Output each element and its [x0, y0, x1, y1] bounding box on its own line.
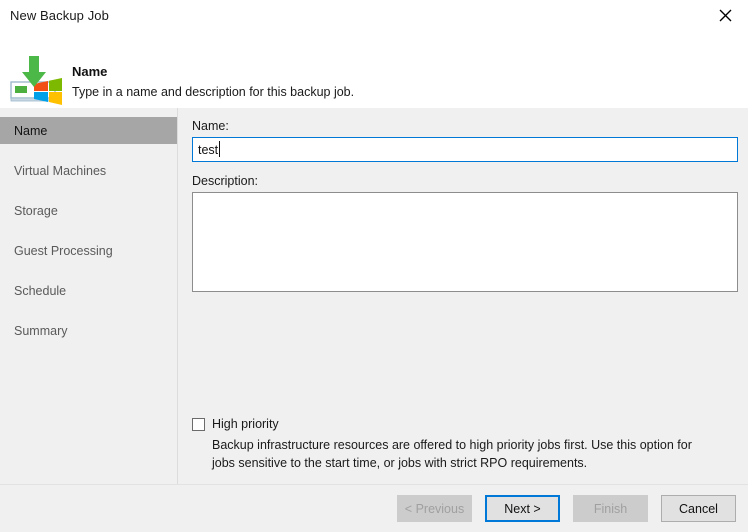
high-priority-label: High priority: [212, 417, 279, 431]
backup-job-glyph: [10, 56, 62, 106]
next-button-label: Next >: [504, 502, 540, 516]
sidebar-item-label: Guest Processing: [14, 244, 113, 258]
dialog-body: Name Virtual Machines Storage Guest Proc…: [0, 108, 748, 484]
sidebar-item-storage[interactable]: Storage: [0, 197, 177, 224]
finish-button-label: Finish: [594, 502, 627, 516]
close-glyph: [719, 9, 732, 22]
cancel-button-label: Cancel: [679, 502, 718, 516]
description-field-label: Description:: [192, 174, 738, 188]
title-bar: New Backup Job: [0, 0, 748, 30]
dialog-header: Name Type in a name and description for …: [0, 30, 748, 108]
sidebar-item-label: Schedule: [14, 284, 66, 298]
high-priority-checkbox[interactable]: [192, 418, 205, 431]
header-text-block: Name Type in a name and description for …: [72, 38, 354, 101]
window-title: New Backup Job: [0, 8, 109, 23]
previous-button-label: < Previous: [405, 502, 464, 516]
name-input-wrap: [192, 137, 738, 162]
name-input[interactable]: [192, 137, 738, 162]
description-textarea[interactable]: [192, 192, 738, 292]
sidebar-item-virtual-machines[interactable]: Virtual Machines: [0, 157, 177, 184]
previous-button[interactable]: < Previous: [397, 495, 472, 522]
sidebar-item-label: Summary: [14, 324, 67, 338]
sidebar-item-name[interactable]: Name: [0, 117, 177, 144]
name-field-label: Name:: [192, 119, 738, 133]
header-subtitle: Type in a name and description for this …: [72, 80, 354, 101]
sidebar-item-summary[interactable]: Summary: [0, 317, 177, 344]
sidebar-item-schedule[interactable]: Schedule: [0, 277, 177, 304]
header-title: Name: [72, 64, 354, 80]
sidebar-item-label: Storage: [14, 204, 58, 218]
cancel-button[interactable]: Cancel: [661, 495, 736, 522]
sidebar-item-guest-processing[interactable]: Guest Processing: [0, 237, 177, 264]
close-icon[interactable]: [702, 0, 748, 30]
next-button[interactable]: Next >: [485, 495, 560, 522]
form-content: Name: Description: High priority Backup …: [178, 108, 748, 484]
backup-job-icon: [0, 38, 72, 106]
new-backup-job-dialog: New Backup Job: [0, 0, 748, 532]
high-priority-block: High priority Backup infrastructure reso…: [192, 417, 738, 484]
wizard-steps-sidebar: Name Virtual Machines Storage Guest Proc…: [0, 108, 178, 484]
dialog-footer: < Previous Next > Finish Cancel: [0, 484, 748, 532]
content-spacer: [192, 292, 738, 417]
finish-button[interactable]: Finish: [573, 495, 648, 522]
high-priority-row[interactable]: High priority: [192, 417, 738, 431]
text-caret: [219, 141, 220, 157]
sidebar-item-label: Virtual Machines: [14, 164, 106, 178]
high-priority-description: Backup infrastructure resources are offe…: [192, 436, 702, 472]
sidebar-item-label: Name: [14, 124, 47, 138]
